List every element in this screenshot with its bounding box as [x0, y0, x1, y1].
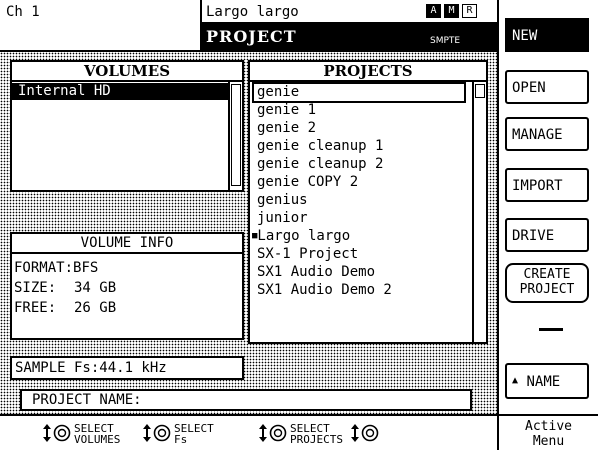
- sample-rate-label: SAMPLE Fs:44.1 kHz: [15, 360, 167, 376]
- indicator-m: M: [444, 4, 459, 18]
- free-row: FREE: 26 GB: [14, 300, 116, 317]
- volume-info-rule: [12, 252, 242, 254]
- project-item[interactable]: genie 1: [254, 102, 316, 119]
- channel-label: Ch 1: [6, 4, 40, 20]
- projects-scroll-thumb[interactable]: [475, 84, 485, 98]
- knob-icon: [42, 422, 72, 446]
- size-value: 34 GB: [74, 280, 117, 296]
- new-button[interactable]: NEW: [505, 18, 589, 52]
- current-project-name: Largo largo: [206, 4, 299, 20]
- volumes-list[interactable]: VOLUMES Internal HD: [10, 60, 244, 192]
- project-item-current[interactable]: ■Largo largo: [252, 228, 350, 245]
- caret-up-icon: ▲: [512, 375, 519, 386]
- sample-rate-field[interactable]: SAMPLE Fs:44.1 kHz: [10, 356, 244, 380]
- project-item-label: Largo largo: [257, 228, 351, 244]
- create-project-line1: CREATE: [523, 267, 571, 282]
- header-divider: [200, 0, 202, 22]
- volumes-heading-rule: [12, 80, 242, 82]
- project-item[interactable]: SX1 Audio Demo: [254, 264, 375, 281]
- size-label: SIZE:: [14, 280, 57, 296]
- active-menu-label: Active Menu: [499, 414, 598, 450]
- volumes-scrollbar[interactable]: [228, 82, 244, 190]
- project-item[interactable]: genius: [254, 192, 308, 209]
- create-project-line2: PROJECT: [519, 282, 575, 297]
- project-item[interactable]: genie 2: [254, 120, 316, 137]
- open-button[interactable]: OPEN: [505, 70, 589, 104]
- project-item[interactable]: genie cleanup 1: [254, 138, 383, 155]
- active-menu-line1: Active: [525, 419, 572, 434]
- volumes-heading: VOLUMES: [83, 62, 171, 80]
- projects-heading: PROJECTS: [323, 62, 413, 80]
- soft-key-panel: NEW OPEN MANAGE IMPORT DRIVE CREATE PROJ…: [497, 0, 598, 450]
- import-button[interactable]: IMPORT: [505, 168, 589, 202]
- knob-icon: [142, 422, 172, 446]
- create-project-button[interactable]: CREATE PROJECT: [505, 263, 589, 303]
- name-button-label: NAME: [526, 374, 561, 390]
- project-name-label: PROJECT NAME:: [32, 392, 142, 408]
- volume-info-panel: VOLUME INFO FORMAT:BFS SIZE: 34 GB FREE: 2…: [10, 232, 244, 340]
- format-row: FORMAT:BFS: [14, 260, 98, 277]
- project-name-field[interactable]: PROJECT NAME:: [20, 389, 472, 411]
- select-projects-line2: PROJECTS: [290, 433, 343, 446]
- volume-item[interactable]: Internal HD: [12, 83, 228, 100]
- name-button[interactable]: ▲ NAME: [505, 363, 589, 399]
- empty-soft-key-dash: [539, 328, 563, 331]
- indicator-a: A: [426, 4, 441, 18]
- select-fs-line2: Fs: [174, 433, 188, 446]
- active-menu-line2: Menu: [532, 434, 565, 449]
- sync-indicator: SMPTE: [430, 36, 461, 46]
- manage-button[interactable]: MANAGE: [505, 117, 589, 151]
- select-fs-hint[interactable]: SELECT Fs: [142, 422, 214, 446]
- project-item[interactable]: junior: [254, 210, 308, 227]
- knob-icon: [258, 422, 288, 446]
- indicator-r: R: [462, 4, 477, 18]
- footer-bar: SELECT VOLUMES SELECT Fs SELECT PROJECTS: [0, 414, 497, 450]
- drive-button[interactable]: DRIVE: [505, 218, 589, 252]
- select-volumes-hint[interactable]: SELECT VOLUMES: [42, 422, 120, 446]
- format-label: FORMAT:: [14, 260, 74, 276]
- projects-list[interactable]: PROJECTS genie genie 1 genie 2 genie cle…: [248, 60, 488, 344]
- project-item[interactable]: genie COPY 2: [254, 174, 358, 191]
- free-value: 26 GB: [74, 300, 117, 316]
- unlabeled-knob-hint[interactable]: [350, 422, 380, 446]
- format-value: BFS: [73, 260, 99, 276]
- project-item[interactable]: genie cleanup 2: [254, 156, 383, 173]
- project-item[interactable]: genie: [252, 82, 466, 103]
- free-label: FREE:: [14, 300, 57, 316]
- select-volumes-line2: VOLUMES: [74, 433, 121, 446]
- projects-scrollbar[interactable]: [472, 82, 488, 342]
- project-item[interactable]: SX1 Audio Demo 2: [254, 282, 392, 299]
- header-bar: Ch 1 Largo largo A M R PROJECT SMPTE: [0, 0, 497, 52]
- size-row: SIZE: 34 GB: [14, 280, 116, 297]
- volumes-scroll-thumb[interactable]: [231, 84, 241, 186]
- select-projects-hint[interactable]: SELECT PROJECTS: [258, 422, 343, 446]
- knob-icon: [350, 422, 380, 446]
- project-item[interactable]: SX-1 Project: [254, 246, 358, 263]
- projects-heading-rule: [250, 80, 486, 82]
- volume-info-heading: VOLUME INFO: [80, 235, 174, 251]
